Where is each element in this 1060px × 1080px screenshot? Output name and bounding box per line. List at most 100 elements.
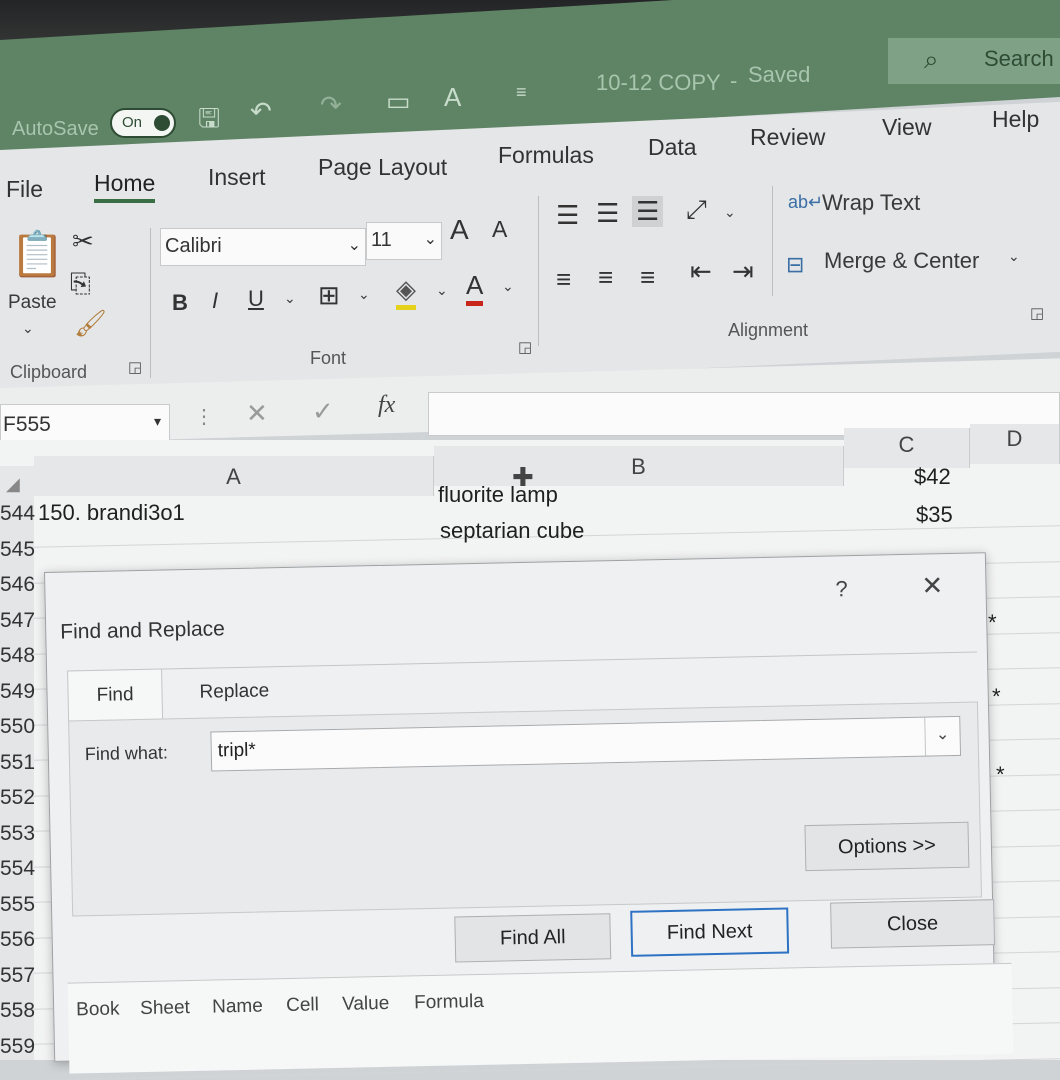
fill-color-dropdown-icon[interactable]: ⌄ [436,282,448,299]
undo-icon[interactable]: ↶ [250,96,272,127]
orientation-dropdown-icon[interactable]: ⌄ [724,204,736,221]
row-header[interactable]: 551 [0,751,35,775]
cell-mark[interactable]: * [992,684,1001,710]
paste-label[interactable]: Paste [8,292,57,314]
wrap-text-icon[interactable]: ab↵ [788,192,823,213]
row-header[interactable]: 557 [0,964,35,988]
align-center-icon[interactable]: ≡ [598,262,613,293]
row-header[interactable]: 554 [0,857,35,881]
borders-icon[interactable]: ⊞ [318,280,340,311]
tab-find[interactable]: Find [67,668,164,722]
align-left-icon[interactable]: ≡ [556,264,571,295]
row-header[interactable]: 549 [0,680,35,704]
paste-icon[interactable]: 📋 [10,228,65,280]
result-col-sheet[interactable]: Sheet [140,997,190,1020]
column-header-d[interactable]: D [970,424,1060,464]
row-header[interactable]: 555 [0,893,35,917]
column-header-c[interactable]: C [844,428,970,468]
shrink-font-icon[interactable]: A [492,216,507,243]
row-header[interactable]: 544 [0,502,35,526]
result-col-formula[interactable]: Formula [414,991,484,1014]
open-folder-icon[interactable]: ▭ [386,86,411,117]
save-icon[interactable]: 🖫 [198,100,220,144]
orientation-icon[interactable]: ⤢ [686,194,707,226]
underline-button[interactable]: U [248,286,264,312]
row-header[interactable]: 556 [0,928,35,952]
help-button[interactable]: ? [835,576,848,602]
row-header[interactable]: 559 [0,1035,35,1059]
redo-icon[interactable]: ↷ [320,90,342,121]
wrap-text-button[interactable]: Wrap Text [822,190,920,216]
cut-icon[interactable]: ✂ [72,226,94,257]
menu-help[interactable]: Help [992,106,1039,133]
find-all-button[interactable]: Find All [454,913,612,963]
align-middle-icon[interactable]: ☰ [596,198,619,229]
row-header[interactable]: 547 [0,609,35,633]
chevron-down-icon[interactable]: ⌄ [924,716,961,756]
font-color-icon[interactable]: A [466,270,484,306]
search-box[interactable]: ⌕ Search [888,38,1060,84]
cell-mark[interactable]: * [988,610,997,636]
underline-dropdown-icon[interactable]: ⌄ [284,290,296,307]
format-painter-icon[interactable]: 🖌 [74,308,107,339]
menu-page-layout[interactable]: Page Layout [318,154,447,181]
cancel-icon[interactable]: ✕ [246,398,268,429]
fill-color-icon[interactable]: ◈ [396,274,416,310]
customize-toolbar-icon[interactable]: ≡ [516,82,527,103]
font-launcher-icon[interactable]: ◲ [518,338,532,356]
menu-formulas[interactable]: Formulas [498,142,594,169]
clipboard-launcher-icon[interactable]: ◲ [128,358,142,376]
menu-view[interactable]: View [882,114,931,141]
row-header[interactable]: 548 [0,644,35,668]
enter-icon[interactable]: ✓ [312,396,334,427]
result-col-name[interactable]: Name [212,996,263,1019]
bold-button[interactable]: B [172,290,188,316]
italic-button[interactable]: I [212,288,218,314]
result-col-book[interactable]: Book [76,999,120,1022]
align-right-icon[interactable]: ≡ [640,262,655,293]
tab-replace[interactable]: Replace [171,666,298,719]
font-color-quick-icon[interactable]: A [444,82,461,113]
result-col-cell[interactable]: Cell [286,994,319,1017]
column-header-a[interactable]: A [34,456,434,496]
menu-insert[interactable]: Insert [208,164,266,191]
column-header-b[interactable]: B [434,446,844,486]
find-next-button[interactable]: Find Next [630,907,790,957]
paste-dropdown-icon[interactable]: ⌄ [22,320,34,337]
align-top-icon[interactable]: ☰ [556,200,579,231]
font-color-dropdown-icon[interactable]: ⌄ [502,278,514,295]
close-x-button[interactable]: ✕ [921,570,943,601]
increase-indent-icon[interactable]: ⇥ [732,256,754,287]
alignment-launcher-icon[interactable]: ◲ [1030,304,1044,322]
cell-a544[interactable]: 150. brandi3o1 [38,500,185,526]
row-header[interactable]: 545 [0,538,35,562]
cell-b544[interactable]: fluorite lamp [438,482,558,508]
save-state[interactable]: Saved [748,62,810,88]
copy-icon[interactable]: ⎘ [70,268,91,300]
row-header[interactable]: 546 [0,573,35,597]
row-header[interactable]: 550 [0,715,35,739]
font-name-combo[interactable]: Calibri ⌄ [160,228,366,266]
row-header[interactable]: 553 [0,822,35,846]
font-size-combo[interactable]: 11 ⌄ [366,222,442,260]
fx-icon[interactable]: fx [378,392,395,419]
decrease-indent-icon[interactable]: ⇤ [690,256,712,287]
grow-font-icon[interactable]: A [450,214,469,246]
align-bottom-icon[interactable]: ☰ [632,196,664,227]
cell-c544[interactable]: $42 [914,464,951,490]
name-box[interactable]: F555 ▾ [0,404,170,444]
merge-dropdown-icon[interactable]: ⌄ [1008,248,1020,265]
menu-review[interactable]: Review [750,124,825,151]
options-button[interactable]: Options >> [804,821,970,872]
cell-c545[interactable]: $35 [916,502,953,528]
merge-center-button[interactable]: Merge & Center [824,248,979,274]
close-button[interactable]: Close [830,899,996,949]
autosave-toggle[interactable]: On [110,108,176,138]
menu-data[interactable]: Data [648,134,697,161]
cell-mark[interactable]: * [996,762,1005,788]
borders-dropdown-icon[interactable]: ⌄ [358,286,370,303]
row-header[interactable]: 558 [0,999,35,1023]
merge-center-icon[interactable]: ⊟ [786,252,804,278]
result-col-value[interactable]: Value [342,993,390,1016]
menu-file[interactable]: File [6,176,43,203]
